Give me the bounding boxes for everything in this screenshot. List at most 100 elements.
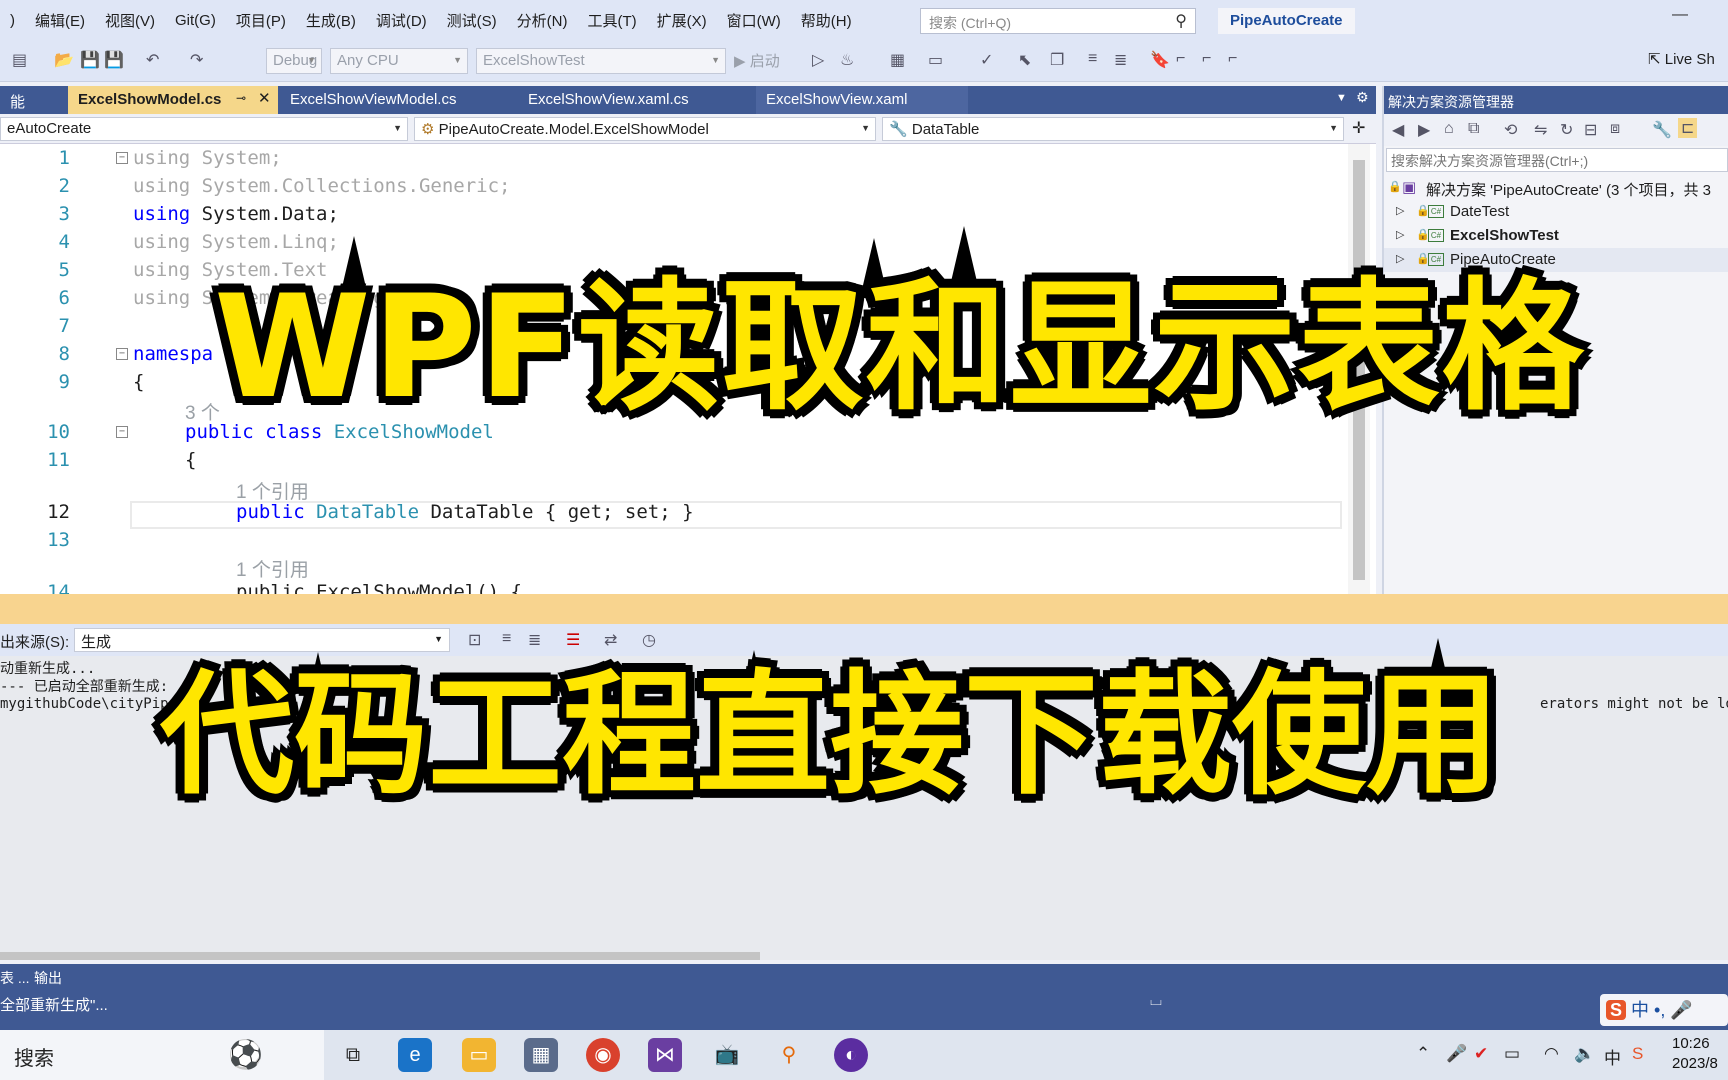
menu-item-build[interactable]: 生成(B) — [296, 10, 366, 31]
fold-toggle-icon[interactable]: − — [116, 426, 128, 438]
fold-toggle-icon[interactable]: − — [116, 348, 128, 360]
split-icon[interactable]: ✛ — [1352, 118, 1365, 138]
search-tool-icon[interactable]: ⚲ — [772, 1038, 806, 1072]
menu-item-help[interactable]: 帮助(H) — [791, 10, 862, 31]
next-message-icon[interactable]: ≣ — [528, 630, 541, 650]
menu-item-tools[interactable]: 工具(T) — [577, 10, 646, 31]
visual-studio-icon[interactable]: ⋈ — [648, 1038, 682, 1072]
refresh-icon[interactable]: ↻ — [1560, 120, 1573, 140]
chrome-icon[interactable]: ◉ — [586, 1038, 620, 1072]
menu-item-view[interactable]: 视图(V) — [95, 10, 165, 31]
tab-output[interactable]: 输出 — [34, 968, 62, 988]
tree-solution[interactable]: 🔒 ▣ 解决方案 'PipeAutoCreate' (3 个项目，共 3 — [1384, 176, 1728, 200]
github-icon[interactable]: ◐ — [834, 1038, 868, 1072]
start-without-debug-icon[interactable]: ▷ — [812, 50, 824, 70]
tab-excelshowmodel[interactable]: ExcelShowModel.cs ⊸ ✕ — [68, 86, 278, 114]
notification-icon[interactable]: ⌴ — [1150, 992, 1162, 1009]
collapse-icon[interactable]: ⊟ — [1584, 120, 1597, 140]
sync-icon[interactable]: ⇋ — [1534, 120, 1547, 140]
clear-all-icon[interactable]: ☰ — [566, 630, 580, 650]
history-icon[interactable]: ⟲ — [1504, 120, 1517, 140]
expand-icon[interactable]: ▷ — [1396, 228, 1404, 241]
layout-icon[interactable]: ▭ — [928, 50, 943, 70]
edge-icon[interactable]: e — [398, 1038, 432, 1072]
word-wrap-icon[interactable]: ⇄ — [604, 630, 617, 650]
solution-explorer-search[interactable]: 搜索解决方案资源管理器(Ctrl+;) — [1386, 148, 1728, 172]
open-folder-icon[interactable]: 📂 — [54, 50, 74, 70]
timestamp-icon[interactable]: ◷ — [642, 630, 656, 650]
vs-switch-icon[interactable]: ⧉ — [1468, 120, 1479, 138]
new-item-icon[interactable]: ▤ — [12, 50, 27, 70]
tray-mic-icon[interactable]: 🎤 — [1446, 1044, 1467, 1064]
prev-message-icon[interactable]: ≡ — [502, 630, 511, 648]
indent-icon[interactable]: ≡ — [1088, 50, 1097, 68]
menu-item-edit[interactable]: 编辑(E) — [25, 10, 95, 31]
bilibili-icon[interactable]: 📺 — [710, 1038, 744, 1072]
fold-toggle-icon[interactable]: − — [116, 152, 128, 164]
tree-project[interactable]: ▷ 🔒 C# DateTest — [1384, 200, 1728, 224]
minimize-icon[interactable]: — — [1672, 6, 1692, 24]
copy-icon[interactable]: ❐ — [1050, 50, 1064, 70]
back-icon[interactable]: ◀ — [1392, 120, 1404, 140]
tab-partial[interactable]: 能 — [0, 86, 66, 114]
codelens-hint[interactable]: 1 个引用 — [236, 555, 309, 582]
tree-project[interactable]: ▷ 🔒 C# ExcelShowTest — [1384, 224, 1728, 248]
browse-icon[interactable]: ▦ — [890, 50, 905, 70]
tab-overflow-icon[interactable]: ▼ — [1336, 92, 1347, 104]
start-button[interactable]: ▶ 启动 — [734, 50, 780, 71]
home-icon[interactable]: ⌂ — [1444, 120, 1454, 138]
tray-wifi-icon[interactable]: ◠ — [1544, 1044, 1559, 1064]
project-dropdown[interactable]: eAutoCreate ▼ — [0, 117, 408, 141]
tray-battery-icon[interactable]: ▭ — [1504, 1044, 1520, 1064]
menu-item-window[interactable]: 窗口(W) — [717, 10, 791, 31]
menu-item-analyze[interactable]: 分析(N) — [507, 10, 578, 31]
expand-icon[interactable]: ▷ — [1396, 252, 1404, 265]
goto-icon[interactable]: ⊡ — [468, 630, 481, 650]
menu-item-file-partial[interactable]: ) — [0, 12, 25, 29]
undo-icon[interactable]: ↶ — [146, 50, 159, 70]
menu-item-test[interactable]: 测试(S) — [437, 10, 507, 31]
startup-project-select[interactable]: ExcelShowTest ▼ — [476, 48, 726, 74]
clock[interactable]: 10:26 2023/8 — [1672, 1034, 1718, 1074]
type-dropdown[interactable]: ⚙ PipeAutoCreate.Model.ExcelShowModel ▼ — [414, 117, 876, 141]
close-icon[interactable]: ✕ — [258, 89, 271, 107]
platform-select[interactable]: Any CPU ▼ — [330, 48, 468, 74]
liveshare-button[interactable]: ⇱ Live Sh — [1648, 50, 1715, 68]
bookmark-prev-icon[interactable]: ⌐ — [1176, 50, 1185, 68]
tab-excelshowview-xaml-cs[interactable]: ExcelShowView.xaml.cs — [518, 86, 748, 114]
tab-excelshowviewmodel[interactable]: ExcelShowViewModel.cs — [280, 86, 510, 114]
bookmark-icon[interactable]: 🔖 — [1150, 50, 1170, 70]
ime-toolbar[interactable]: S 中 •, 🎤 — [1600, 994, 1728, 1026]
bookmark-clear-icon[interactable]: ⌐ — [1228, 50, 1237, 68]
hot-reload-icon[interactable]: ♨ — [840, 50, 854, 70]
save-all-icon[interactable]: 💾 — [104, 50, 124, 70]
menu-item-project[interactable]: 项目(P) — [226, 10, 296, 31]
file-explorer-icon[interactable]: ▭ — [462, 1038, 496, 1072]
tray-sogou-icon[interactable]: S — [1632, 1044, 1643, 1064]
menu-item-extensions[interactable]: 扩展(X) — [647, 10, 717, 31]
tab-error-list[interactable]: 表 ... — [0, 968, 30, 988]
taskbar-search[interactable]: 搜索 ⚽ — [0, 1030, 324, 1080]
preview-icon[interactable]: ⊏ — [1678, 118, 1698, 138]
tray-ime[interactable]: 中 — [1604, 1044, 1621, 1069]
save-icon[interactable]: 💾 — [80, 50, 100, 70]
bookmark-next-icon[interactable]: ⌐ — [1202, 50, 1211, 68]
output-source-select[interactable]: 生成 ▼ — [74, 628, 450, 652]
member-dropdown[interactable]: 🔧 DataTable ▼ — [882, 117, 1344, 141]
show-all-icon[interactable]: ⧈ — [1610, 120, 1620, 138]
config-select[interactable]: Debug ▼ — [266, 48, 322, 74]
task-view-icon[interactable]: ⧉ — [336, 1038, 370, 1072]
expand-icon[interactable]: ▷ — [1396, 204, 1404, 217]
forward-icon[interactable]: ▶ — [1418, 120, 1430, 140]
tray-volume-icon[interactable]: 🔈 — [1574, 1044, 1595, 1064]
menu-item-debug[interactable]: 调试(D) — [366, 10, 437, 31]
tray-antivirus-icon[interactable]: ✔ — [1474, 1044, 1488, 1064]
tray-chevron-icon[interactable]: ⌃ — [1416, 1044, 1430, 1064]
settings-gear-icon[interactable]: ⚙ — [1356, 89, 1369, 106]
pin-icon[interactable]: ⊸ — [236, 91, 246, 105]
search-input[interactable]: 搜索 (Ctrl+Q) ⚲ — [920, 8, 1196, 34]
outdent-icon[interactable]: ≣ — [1114, 50, 1127, 70]
tab-excelshowview-xaml[interactable]: ExcelShowView.xaml — [756, 86, 968, 114]
menu-item-git[interactable]: Git(G) — [165, 12, 226, 29]
calculator-icon[interactable]: ▦ — [524, 1038, 558, 1072]
